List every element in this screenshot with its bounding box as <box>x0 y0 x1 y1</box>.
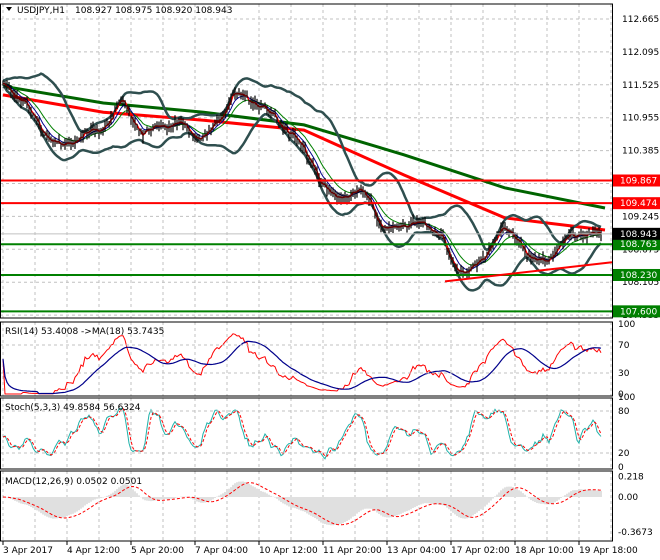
time-tick-label: 7 Apr 04:00 <box>195 546 248 556</box>
ohlc-values: 108.927 108.975 108.920 108.943 <box>75 6 232 16</box>
stoch-tick-label: 100 <box>618 393 635 403</box>
level-price-label: 107.600 <box>620 307 657 317</box>
main-price-panel[interactable] <box>0 72 613 313</box>
macd-panel[interactable] <box>2 481 602 526</box>
time-tick-label: 11 Apr 20:00 <box>323 546 382 556</box>
macd-tick-label: 0.218 <box>618 472 644 482</box>
price-tick-label: 111.525 <box>622 81 659 91</box>
time-tick-label: 4 Apr 12:00 <box>67 546 120 556</box>
rsi-tick-label: 70 <box>618 341 630 351</box>
time-tick-label: 10 Apr 12:00 <box>259 546 318 556</box>
dropdown-triangle-icon[interactable] <box>6 7 12 11</box>
time-tick-label: 3 Apr 2017 <box>3 546 53 556</box>
time-tick-label: 18 Apr 10:00 <box>515 546 574 556</box>
macd-tick-label: -0.3673 <box>618 528 653 538</box>
time-tick-label: 19 Apr 18:00 <box>579 546 638 556</box>
macd-tick-label: 0.00 <box>618 493 638 503</box>
macd-title: MACD(12,26,9) 0.0502 0.0501 <box>5 477 142 487</box>
stoch-signal-line <box>2 407 602 457</box>
rsi-panel[interactable] <box>0 333 612 395</box>
level-price-label: 109.867 <box>620 176 657 186</box>
current-price-label: 108.943 <box>620 230 657 240</box>
symbol-label: USDJPY,H1 <box>17 6 65 16</box>
stoch-tick-label: 80 <box>618 407 630 417</box>
rsi-ma-line <box>2 340 602 395</box>
price-tick-label: 112.095 <box>622 48 659 58</box>
price-tick-label: 109.245 <box>622 212 659 222</box>
rsi-tick-label: 100 <box>618 320 635 330</box>
stoch-tick-label: 20 <box>618 449 630 459</box>
chart-header: USDJPY,H1 108.927 108.975 108.920 108.94… <box>6 6 232 16</box>
rsi-title: RSI(14) 53.4008 ->MA(18) 53.7435 <box>5 327 164 337</box>
price-tick-label: 110.955 <box>622 114 659 124</box>
time-tick-label: 13 Apr 04:00 <box>387 546 446 556</box>
rsi-tick-label: 30 <box>618 369 630 379</box>
level-price-label: 109.474 <box>620 199 657 209</box>
price-tick-label: 112.665 <box>622 15 659 25</box>
trend-line <box>444 261 613 283</box>
stoch-title: Stoch(5,3,3) 49.8584 56.6324 <box>5 403 141 413</box>
stochastic-panel[interactable] <box>0 407 612 460</box>
time-tick-label: 17 Apr 02:00 <box>451 546 510 556</box>
level-price-label: 108.230 <box>620 271 657 281</box>
time-tick-label: 5 Apr 20:00 <box>131 546 184 556</box>
price-tick-label: 110.385 <box>622 147 659 157</box>
rsi-line <box>2 333 602 395</box>
trading-chart[interactable]: 112.665 112.095 111.525 110.955 110.385 109.8… <box>0 0 660 560</box>
level-price-label: 108.763 <box>620 240 657 250</box>
